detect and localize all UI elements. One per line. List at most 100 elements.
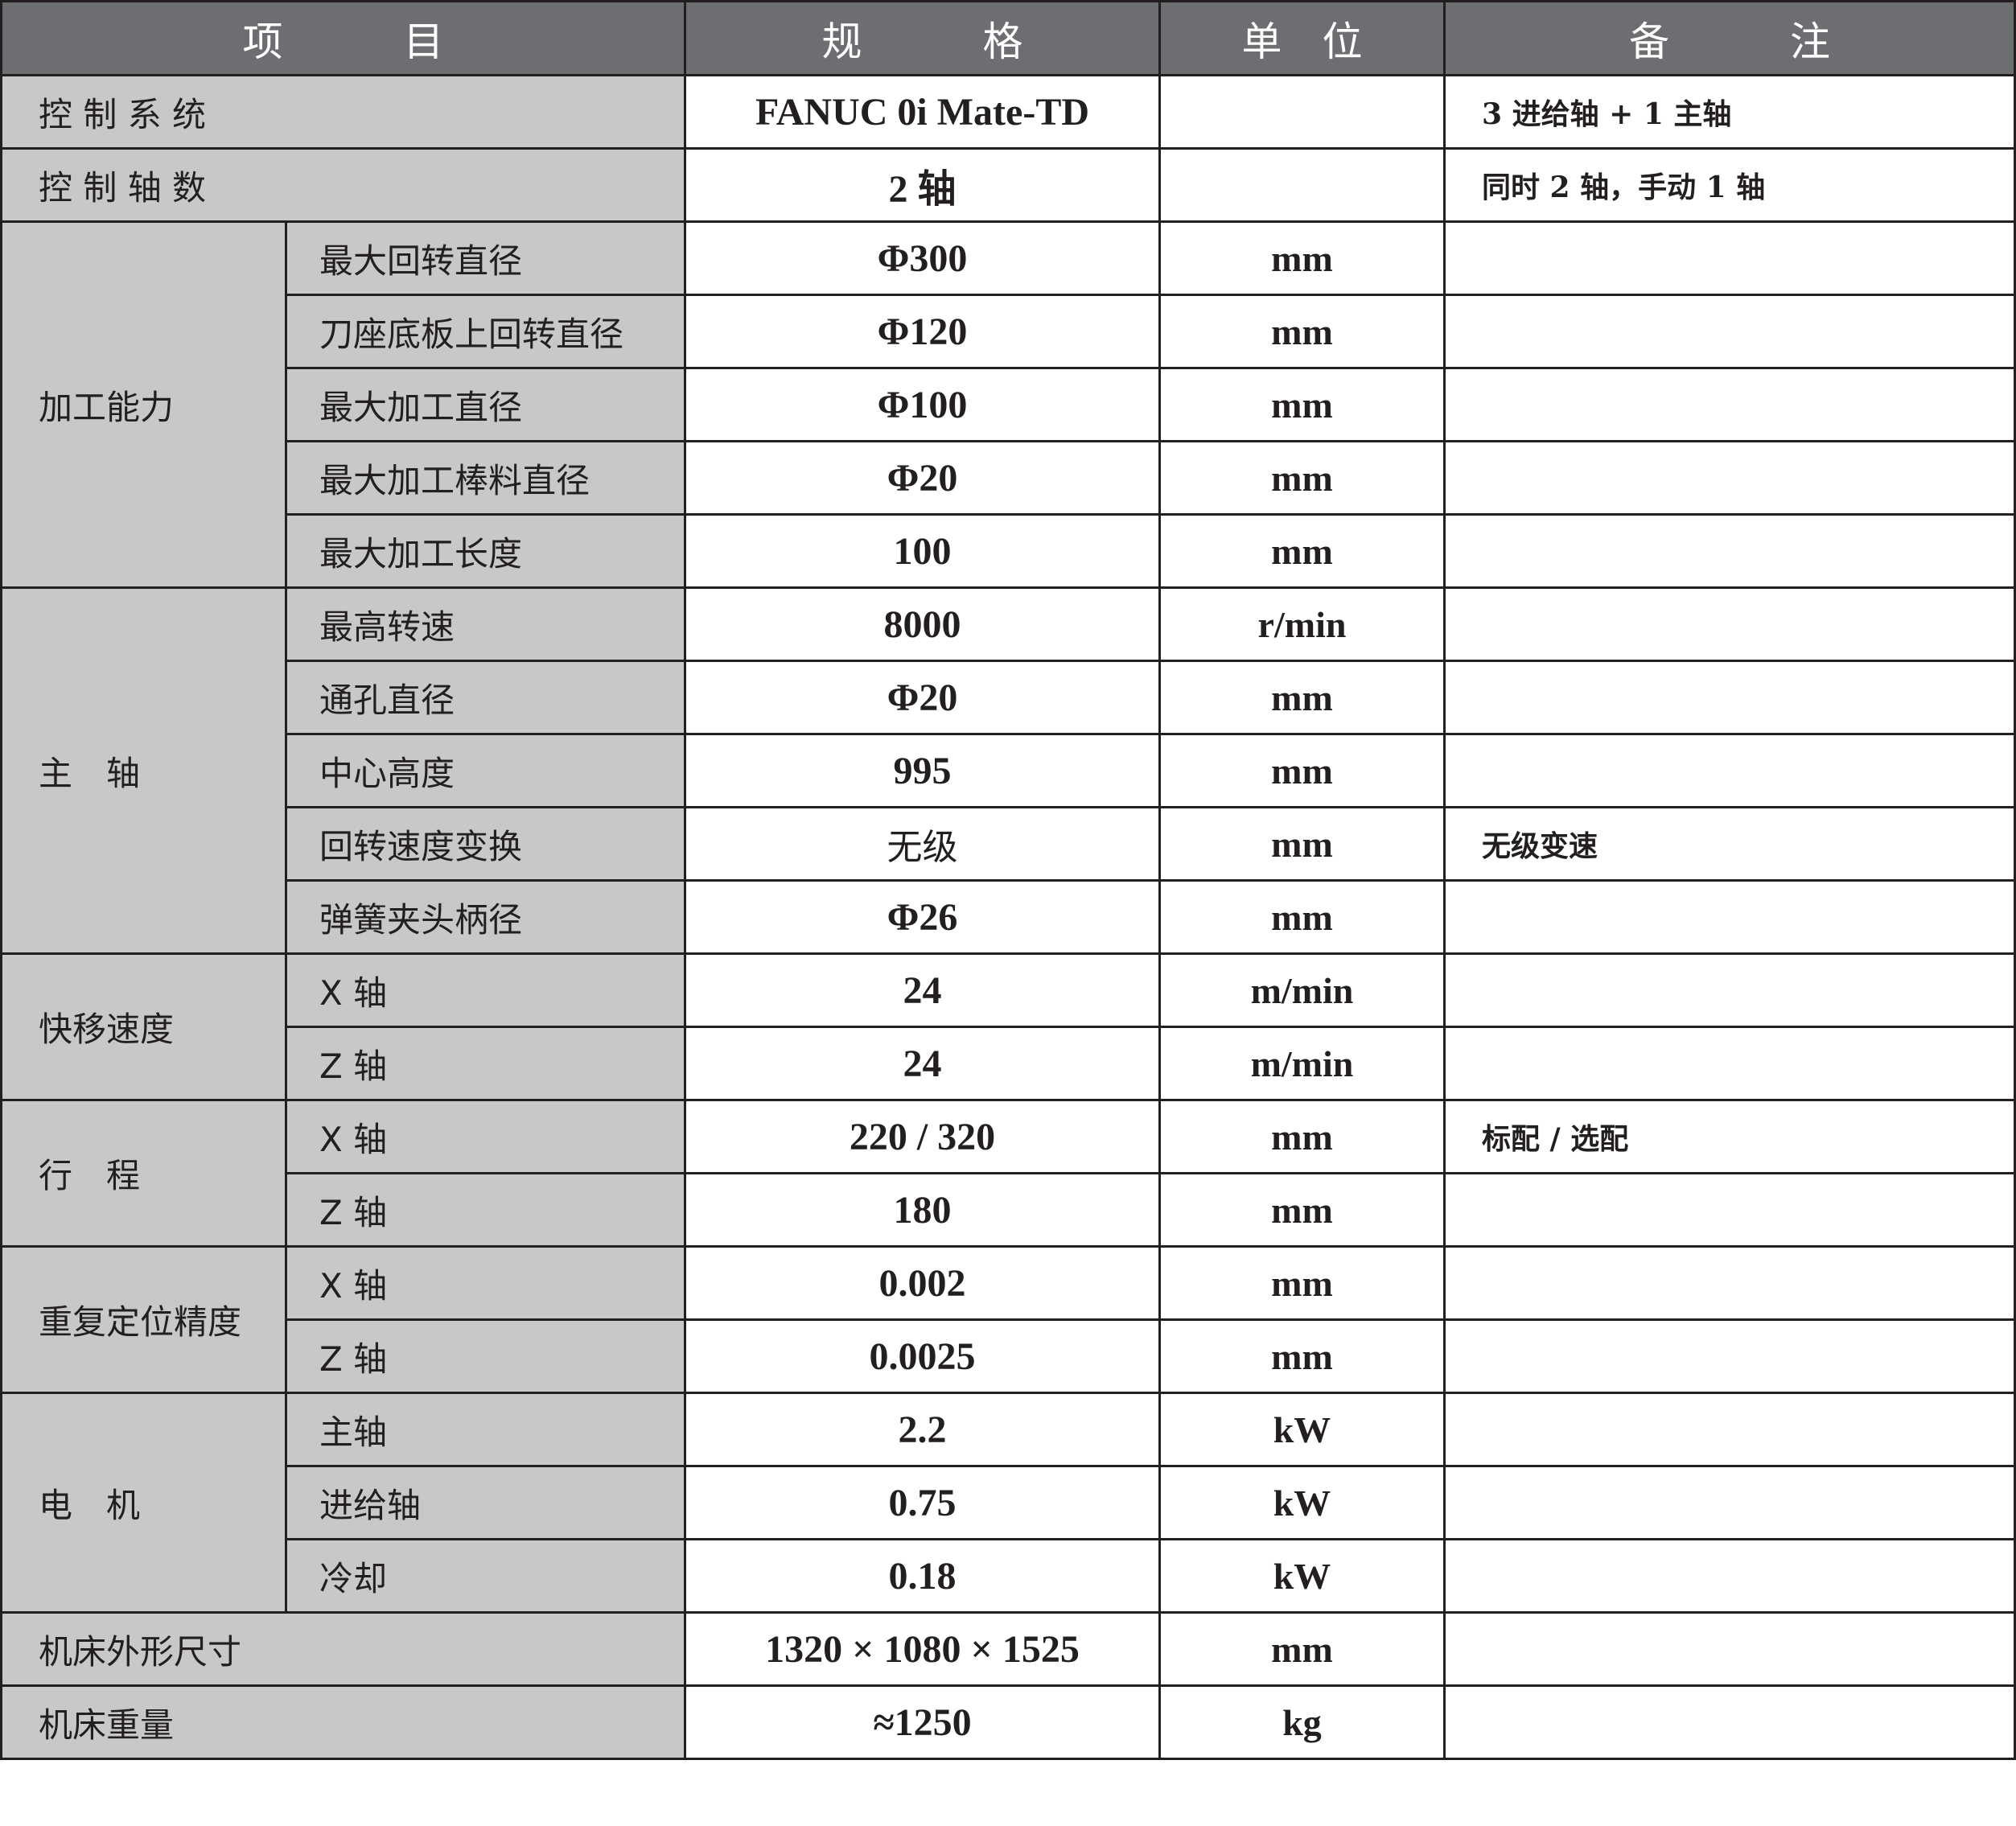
- unit-value: mm: [1158, 440, 1446, 516]
- table-row: 最大加工棒料直径 Φ20 mm: [2, 440, 2016, 516]
- group-label: 快移速度: [0, 952, 287, 1101]
- spec-value: 180: [684, 1172, 1161, 1248]
- note-value: [1443, 952, 2016, 1028]
- note-value: [1443, 367, 2016, 442]
- note-value: [1443, 1172, 2016, 1248]
- row-label: 控 制 轴 数: [0, 147, 686, 223]
- row-label: 回转速度变换: [285, 806, 686, 882]
- spec-value: 无级: [684, 806, 1161, 882]
- table-row: 加工能力 最大回转直径 Φ300 mm: [0, 220, 2016, 589]
- table-row: 最大加工长度 100 mm: [2, 513, 2016, 589]
- row-label: 主轴: [285, 1392, 686, 1467]
- note-value: [1443, 1026, 2016, 1101]
- note-value: [1443, 1684, 2016, 1760]
- unit-value: mm: [1158, 220, 1446, 296]
- unit-value: mm: [1158, 733, 1446, 808]
- note-value: [1443, 1611, 2016, 1687]
- spec-value: 0.18: [684, 1538, 1161, 1614]
- unit-value: mm: [1158, 1172, 1446, 1248]
- note-value: [1443, 294, 2016, 369]
- table-row: 冷却 0.18 kW: [2, 1538, 2016, 1614]
- note-value: [1443, 586, 2016, 662]
- unit-value: mm: [1158, 1099, 1446, 1174]
- note-value: [1443, 1392, 2016, 1467]
- spec-value: FANUC 0i Mate-TD: [684, 74, 1161, 150]
- row-label: 弹簧夹头柄径: [285, 879, 686, 955]
- unit-value: mm: [1158, 367, 1446, 442]
- spec-value: Φ100: [684, 367, 1161, 442]
- row-label: 最大加工棒料直径: [285, 440, 686, 516]
- row-label: 最大加工长度: [285, 513, 686, 589]
- table-row: 中心高度 995 mm: [2, 733, 2016, 808]
- unit-value: mm: [1158, 513, 1446, 589]
- note-value: [1443, 1245, 2016, 1321]
- table-row: 主 轴 最高转速 8000 r/min: [0, 586, 2016, 955]
- row-label: X 轴: [285, 952, 686, 1028]
- row-label: 最高转速: [285, 586, 686, 662]
- spec-value: Φ20: [684, 440, 1161, 516]
- unit-value: kW: [1158, 1538, 1446, 1614]
- table-row: 弹簧夹头柄径 Φ26 mm: [2, 879, 2016, 955]
- table-row: 机床重量 ≈1250 kg: [0, 1684, 2016, 1760]
- unit-value: m/min: [1158, 952, 1446, 1028]
- table-row: 重复定位精度 X 轴 0.002 mm: [0, 1245, 2016, 1394]
- row-label: 通孔直径: [285, 660, 686, 735]
- table-row: 控 制 系 统 FANUC 0i Mate-TD 3 进给轴 + 1 主轴: [0, 74, 2016, 150]
- spec-value: 220 / 320: [684, 1099, 1161, 1174]
- row-label: 刀座底板上回转直径: [285, 294, 686, 369]
- spec-value: Φ20: [684, 660, 1161, 735]
- unit-value: kg: [1158, 1684, 1446, 1760]
- spec-value: 8000: [684, 586, 1161, 662]
- note-value: 标配 / 选配: [1443, 1099, 2016, 1174]
- row-label: 最大加工直径: [285, 367, 686, 442]
- note-value: [1443, 733, 2016, 808]
- unit-value: mm: [1158, 1245, 1446, 1321]
- unit-value: r/min: [1158, 586, 1446, 662]
- note-value: [1443, 1465, 2016, 1540]
- spec-value: Φ300: [684, 220, 1161, 296]
- note-value: [1443, 660, 2016, 735]
- header-note: 备 注: [1443, 0, 2016, 76]
- spec-value: 2 轴: [684, 147, 1161, 223]
- spec-value: Φ26: [684, 879, 1161, 955]
- group-label: 加工能力: [0, 220, 287, 589]
- header-item: 项 目: [0, 0, 686, 76]
- header-unit: 单 位: [1158, 0, 1446, 76]
- note-value: [1443, 879, 2016, 955]
- row-label: 冷却: [285, 1538, 686, 1614]
- table-row: 快移速度 X 轴 24 m/min: [0, 952, 2016, 1101]
- table-row: 机床外形尺寸 1320 × 1080 × 1525 mm: [0, 1611, 2016, 1687]
- row-label: X 轴: [285, 1099, 686, 1174]
- unit-value: m/min: [1158, 1026, 1446, 1101]
- table-row: 行 程 X 轴 220 / 320 mm 标配 / 选配: [0, 1099, 2016, 1248]
- row-label: Z 轴: [285, 1172, 686, 1248]
- note-value: [1443, 1318, 2016, 1394]
- spec-value: 2.2: [684, 1392, 1161, 1467]
- note-value: [1443, 513, 2016, 589]
- row-label: 最大回转直径: [285, 220, 686, 296]
- spec-table: 项 目 规 格 单 位 备 注 控 制 系 统 FANUC 0i Mate-TD…: [0, 0, 2016, 1760]
- spec-value: 995: [684, 733, 1161, 808]
- row-label: 机床重量: [0, 1684, 686, 1760]
- spec-value: 1320 × 1080 × 1525: [684, 1611, 1161, 1687]
- header-row: 项 目 规 格 单 位 备 注: [0, 0, 2016, 76]
- unit-value: kW: [1158, 1465, 1446, 1540]
- note-value: 3 进给轴 + 1 主轴: [1443, 74, 2016, 150]
- unit-value: [1158, 74, 1446, 150]
- table-row: 刀座底板上回转直径 Φ120 mm: [2, 294, 2016, 369]
- row-label: 进给轴: [285, 1465, 686, 1540]
- group-label: 主 轴: [0, 586, 287, 955]
- row-label: X 轴: [285, 1245, 686, 1321]
- unit-value: mm: [1158, 879, 1446, 955]
- table-row: 最大加工直径 Φ100 mm: [2, 367, 2016, 442]
- spec-value: 24: [684, 952, 1161, 1028]
- row-label: Z 轴: [285, 1318, 686, 1394]
- table-row: Z 轴 24 m/min: [2, 1026, 2016, 1101]
- spec-value: 0.0025: [684, 1318, 1161, 1394]
- spec-value: ≈1250: [684, 1684, 1161, 1760]
- spec-value: 0.002: [684, 1245, 1161, 1321]
- unit-value: mm: [1158, 294, 1446, 369]
- group-label: 行 程: [0, 1099, 287, 1248]
- spec-value: 100: [684, 513, 1161, 589]
- row-label: 机床外形尺寸: [0, 1611, 686, 1687]
